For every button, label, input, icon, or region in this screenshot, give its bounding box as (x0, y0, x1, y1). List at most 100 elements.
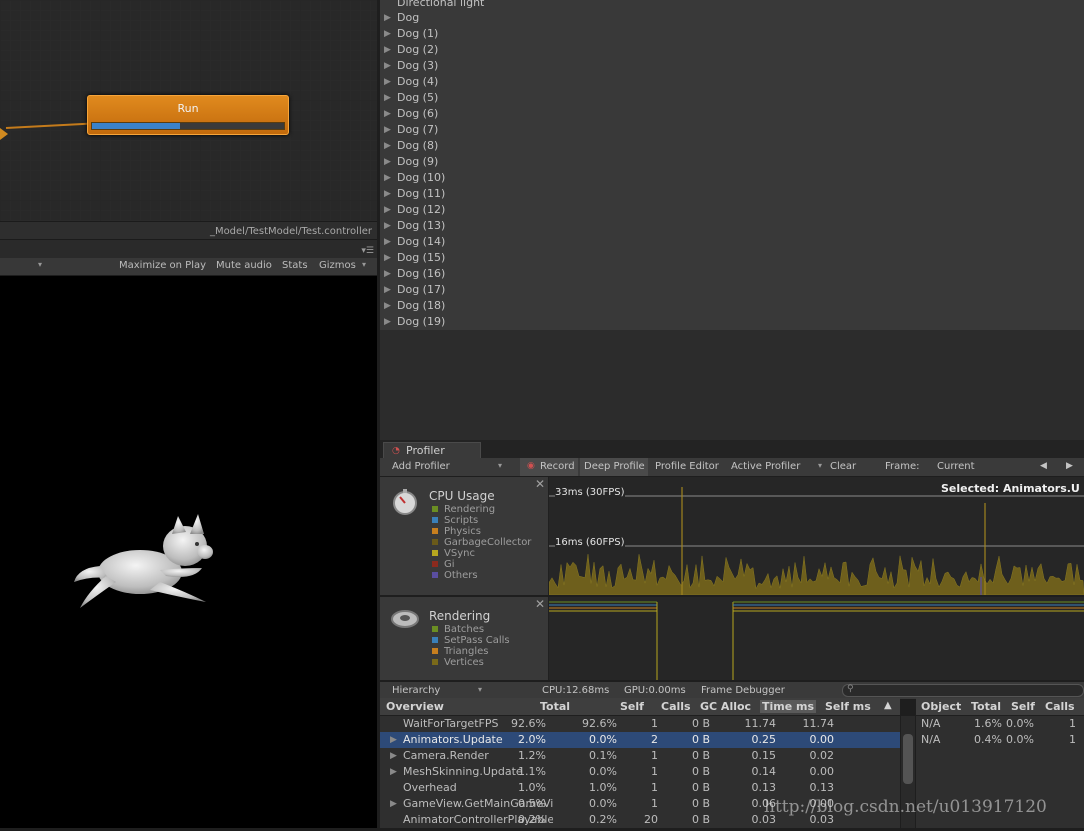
expand-arrow-icon[interactable]: ▶ (384, 282, 391, 298)
legend-item[interactable]: SetPass Calls (432, 635, 510, 646)
hierarchy-item[interactable]: ▶ Dog (7) (384, 122, 438, 138)
hierarchy-item[interactable]: ▶ Dog (16) (384, 266, 445, 282)
legend-item[interactable]: Physics (432, 526, 481, 537)
expand-arrow-icon[interactable]: ▶ (384, 10, 391, 26)
hierarchy-item[interactable]: ▶ Dog (19) (384, 314, 445, 330)
col-object-calls[interactable]: Calls (1045, 700, 1075, 713)
col-object-self[interactable]: Self (1011, 700, 1035, 713)
object-row[interactable]: N/A 1.6% 0.0% 1 (916, 716, 1084, 732)
hierarchy-item[interactable]: ▶ Dog (17) (384, 282, 445, 298)
legend-item[interactable]: GarbageCollector (432, 537, 531, 548)
expand-arrow-icon[interactable]: ▶ (384, 58, 391, 74)
expand-arrow-icon[interactable]: ▶ (384, 250, 391, 266)
gizmos-chevron-icon[interactable]: ▾ (362, 260, 366, 269)
table-row[interactable]: ▶ Camera.Render 1.2% 0.1% 1 0 B 0.15 0.02 (380, 748, 900, 764)
expand-arrow-icon[interactable]: ▶ (384, 186, 391, 202)
rendering-lane[interactable]: Rendering Batches SetPass Calls Triangles V… (380, 597, 549, 680)
hierarchy-item[interactable]: ▶ Dog (9) (384, 154, 438, 170)
close-icon[interactable]: ✕ (535, 597, 545, 611)
hierarchy-item[interactable]: ▶ Dog (18) (384, 298, 445, 314)
col-time-ms[interactable]: Time ms (760, 700, 817, 713)
col-gc-alloc[interactable]: GC Alloc (700, 700, 751, 713)
table-row[interactable]: WaitForTargetFPS 92.6% 92.6% 1 0 B 11.74 11.74 (380, 716, 900, 732)
col-object[interactable]: Object (921, 700, 961, 713)
legend-item[interactable]: Vertices (432, 657, 484, 668)
close-icon[interactable]: ✕ (535, 477, 545, 491)
hierarchy-item[interactable]: ▶ Dog (13) (384, 218, 445, 234)
table-row[interactable]: ▶ Animators.Update 2.0% 0.0% 2 0 B 0.25 0.00 (380, 732, 900, 748)
hierarchy-item[interactable]: ▶ Dog (3) (384, 58, 438, 74)
expand-arrow-icon[interactable]: ▶ (384, 42, 391, 58)
expand-arrow-icon[interactable]: ▶ (384, 138, 391, 154)
view-mode-dropdown[interactable]: Hierarchy (392, 685, 440, 696)
transition-line[interactable] (5, 122, 90, 129)
legend-item[interactable]: Rendering (432, 504, 495, 515)
hierarchy-item[interactable]: ▶ Dog (6) (384, 106, 438, 122)
hierarchy-item[interactable]: ▶ Dog (11) (384, 186, 445, 202)
expand-arrow-icon[interactable]: ▶ (390, 748, 397, 764)
col-object-total[interactable]: Total (971, 700, 1001, 713)
search-input[interactable] (842, 684, 1084, 697)
hierarchy-item[interactable]: ▶ Dog (15) (384, 250, 445, 266)
animator-graph[interactable]: Run (0, 0, 377, 221)
expand-arrow-icon[interactable]: ▶ (384, 298, 391, 314)
hierarchy-item[interactable]: ▶ Dog (14) (384, 234, 445, 250)
object-row[interactable]: N/A 0.4% 0.0% 1 (916, 732, 1084, 748)
expand-arrow-icon[interactable]: ▶ (384, 74, 391, 90)
expand-arrow-icon[interactable]: ▶ (384, 154, 391, 170)
expand-arrow-icon[interactable]: ▶ (384, 26, 391, 42)
col-overview[interactable]: Overview (386, 700, 444, 713)
legend-item[interactable]: Batches (432, 624, 484, 635)
hierarchy-item[interactable]: ▶ Dog (5) (384, 90, 438, 106)
chevron-down-icon[interactable]: ▾ (38, 260, 42, 269)
expand-arrow-icon[interactable]: ▶ (384, 122, 391, 138)
expand-arrow-icon[interactable]: ▶ (384, 234, 391, 250)
frame-debugger-button[interactable]: Frame Debugger (701, 685, 785, 696)
next-frame-icon[interactable]: ▶ (1066, 461, 1073, 471)
expand-arrow-icon[interactable]: ▶ (384, 170, 391, 186)
legend-item[interactable]: Triangles (432, 646, 488, 657)
expand-arrow-icon[interactable]: ▶ (384, 90, 391, 106)
legend-item[interactable]: VSync (432, 548, 475, 559)
col-self[interactable]: Self (620, 700, 644, 713)
hierarchy-item[interactable]: ▶ Dog (2) (384, 42, 438, 58)
profile-editor-button[interactable]: Profile Editor (655, 461, 719, 472)
expand-arrow-icon[interactable]: ▶ (384, 106, 391, 122)
hierarchy-item[interactable]: ▶ Dog (384, 10, 419, 26)
hierarchy-item[interactable]: ▶ Dog (10) (384, 170, 445, 186)
expand-arrow-icon[interactable]: ▶ (384, 202, 391, 218)
expand-arrow-icon[interactable]: ▶ (384, 218, 391, 234)
active-profiler-dropdown[interactable]: Active Profiler (731, 461, 800, 472)
sort-ascending-icon[interactable]: ▲ (884, 700, 892, 711)
hierarchy-item[interactable]: ▶ Dog (4) (384, 74, 438, 90)
col-self-ms[interactable]: Self ms (825, 700, 871, 713)
cpu-usage-lane[interactable]: CPU Usage Rendering Scripts Physics Garbage… (380, 477, 549, 595)
expand-arrow-icon[interactable]: ▶ (390, 732, 397, 748)
hierarchy-item[interactable]: ▶ Dog (12) (384, 202, 445, 218)
expand-arrow-icon[interactable]: ▶ (384, 314, 391, 330)
col-calls[interactable]: Calls (661, 700, 691, 713)
hierarchy-item[interactable]: ▶ Dog (1) (384, 26, 438, 42)
rendering-graph[interactable] (549, 597, 1084, 680)
col-total[interactable]: Total (540, 700, 570, 713)
active-profiler-chevron-icon[interactable]: ▾ (818, 461, 822, 470)
view-mode-chevron-icon[interactable]: ▾ (478, 685, 482, 694)
hierarchy-empty-area[interactable] (380, 330, 1084, 440)
clear-button[interactable]: Clear (830, 461, 856, 472)
cpu-usage-graph[interactable]: 33ms (30FPS) 16ms (60FPS) Selected: Anim… (549, 477, 1084, 595)
legend-item[interactable]: Gi (432, 559, 455, 570)
legend-item[interactable]: Scripts (432, 515, 478, 526)
scrollbar-thumb[interactable] (903, 734, 913, 784)
expand-arrow-icon[interactable]: ▶ (390, 764, 397, 780)
table-row[interactable]: Overhead 1.0% 1.0% 1 0 B 0.13 0.13 (380, 780, 900, 796)
add-profiler-chevron-icon[interactable]: ▾ (498, 461, 502, 470)
expand-arrow-icon[interactable]: ▶ (390, 796, 397, 812)
panel-menu-icon[interactable]: ▾☰ (361, 246, 374, 256)
hierarchy-item[interactable]: ▶ Dog (8) (384, 138, 438, 154)
tab-profiler[interactable]: ◔ Profiler (383, 442, 481, 459)
expand-arrow-icon[interactable]: ▶ (384, 266, 391, 282)
legend-item[interactable]: Others (432, 570, 478, 581)
previous-frame-icon[interactable]: ◀ (1040, 461, 1047, 471)
state-node-run[interactable]: Run (87, 95, 289, 135)
table-row[interactable]: ▶ MeshSkinning.Update 1.1% 0.0% 1 0 B 0.14 0.00 (380, 764, 900, 780)
